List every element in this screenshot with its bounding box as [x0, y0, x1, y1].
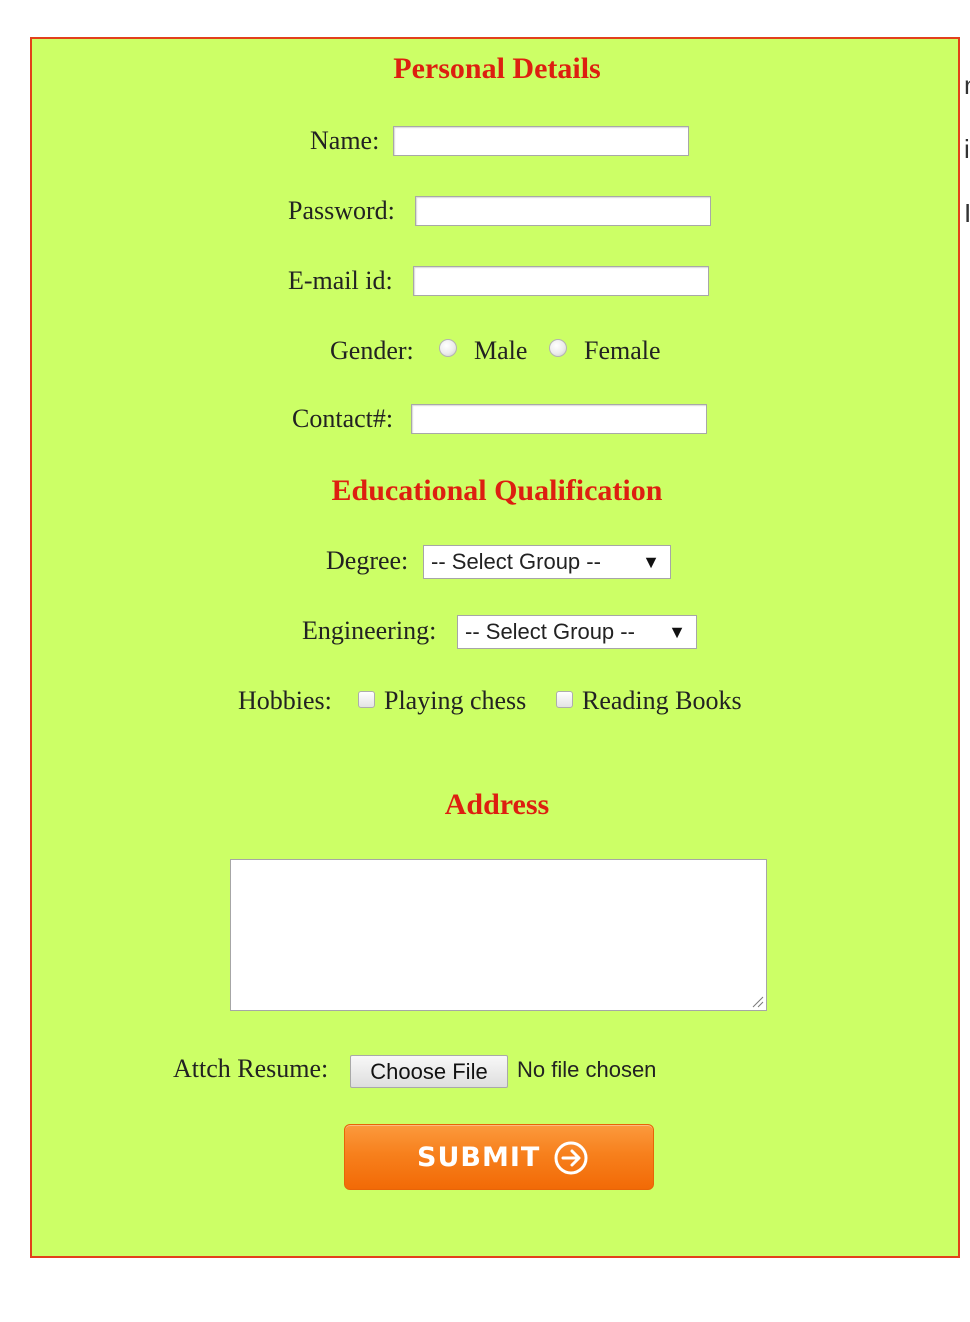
hobby-chess-checkbox[interactable]	[358, 691, 375, 708]
choose-file-button[interactable]: Choose File	[350, 1055, 508, 1088]
clipped-text-2: i	[964, 136, 970, 162]
file-status-text: No file chosen	[517, 1057, 657, 1082]
gender-female-radio[interactable]	[549, 339, 567, 357]
contact-input[interactable]	[411, 404, 707, 434]
resume-label: Attch Resume:	[173, 1054, 329, 1083]
email-input[interactable]	[413, 266, 709, 296]
gender-male-radio[interactable]	[439, 339, 457, 357]
contact-label: Contact#:	[292, 404, 394, 433]
hobby-books-checkbox[interactable]	[556, 691, 573, 708]
resize-grip-icon[interactable]	[750, 994, 764, 1008]
arrow-circle-right-icon	[554, 1141, 588, 1175]
clipped-text-3: I	[964, 200, 970, 226]
degree-select-value: -- Select Group --	[431, 549, 601, 574]
engineering-select-value: -- Select Group --	[465, 619, 635, 644]
degree-label: Degree:	[326, 546, 409, 575]
personal-details-heading: Personal Details	[393, 52, 601, 85]
gender-female-label: Female	[584, 336, 661, 365]
address-textarea[interactable]	[230, 859, 767, 1011]
address-heading: Address	[444, 788, 550, 821]
engineering-select[interactable]: -- Select Group -- ▼	[457, 615, 697, 649]
submit-button[interactable]: SUBMIT	[344, 1124, 654, 1190]
hobby-books-label: Reading Books	[582, 686, 742, 715]
email-label: E-mail id:	[288, 266, 393, 295]
hobby-chess-label: Playing chess	[384, 686, 527, 715]
hobbies-label: Hobbies:	[238, 686, 332, 715]
engineering-label: Engineering:	[302, 616, 437, 645]
password-label: Password:	[288, 196, 395, 225]
registration-form: Personal Details Name: Password: E-mail …	[30, 37, 960, 1258]
gender-male-label: Male	[474, 336, 528, 365]
gender-label: Gender:	[330, 336, 414, 365]
chevron-down-icon: ▼	[642, 552, 660, 572]
clipped-text-1: n	[964, 72, 970, 98]
degree-select[interactable]: -- Select Group -- ▼	[423, 545, 671, 579]
password-input[interactable]	[415, 196, 711, 226]
submit-label: SUBMIT	[417, 1142, 541, 1173]
chevron-down-icon: ▼	[668, 622, 686, 642]
name-label: Name:	[310, 126, 380, 155]
education-heading: Educational Qualification	[331, 474, 663, 507]
name-input[interactable]	[393, 126, 689, 156]
